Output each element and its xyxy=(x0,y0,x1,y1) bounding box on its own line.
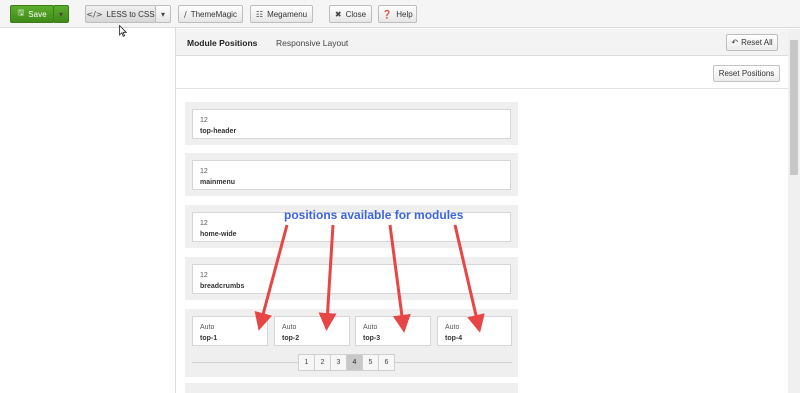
caret-down-icon: ▾ xyxy=(160,9,165,19)
less-to-css-label: LESS to CSS xyxy=(106,9,155,19)
save-button[interactable]: 🖫 Save xyxy=(10,5,54,23)
position-width: 12 xyxy=(200,272,208,279)
position-name: top-header xyxy=(200,128,237,135)
tab-responsive-layout[interactable]: Responsive Layout xyxy=(276,38,348,48)
layout-row: 12 breadcrumbs xyxy=(185,257,518,300)
thememagic-label: ThemeMagic xyxy=(190,9,237,19)
position-width: Auto xyxy=(282,324,297,331)
left-panel-border xyxy=(175,28,176,393)
pager-button-4[interactable]: 4 xyxy=(346,354,363,371)
reset-positions-button[interactable]: Reset Positions xyxy=(713,65,780,82)
layout-row xyxy=(185,383,518,393)
position-name: top-1 xyxy=(200,335,218,342)
code-icon: </> xyxy=(86,9,103,19)
pager-button-3[interactable]: 3 xyxy=(330,354,347,371)
position-name: breadcrumbs xyxy=(200,283,245,290)
position-block-top-3[interactable]: Auto top-3 xyxy=(355,316,431,346)
position-width: 12 xyxy=(200,117,208,124)
scrollbar-thumb[interactable] xyxy=(790,40,798,175)
divider xyxy=(176,88,788,89)
help-label: Help xyxy=(396,9,413,19)
thememagic-button[interactable]: ∕ ThemeMagic xyxy=(178,5,243,23)
tabs-bar: Module Positions Responsive Layout ↶ Res… xyxy=(176,29,788,56)
position-width: Auto xyxy=(363,324,378,331)
position-width: Auto xyxy=(445,324,460,331)
less-to-css-button[interactable]: </> LESS to CSS xyxy=(85,5,156,23)
toolbar: 🖫 Save ▾ </> LESS to CSS ▾ ∕ ThemeMagic … xyxy=(0,0,800,28)
save-label: Save xyxy=(28,9,47,19)
position-width: 12 xyxy=(200,220,208,227)
position-name: home-wide xyxy=(200,231,237,238)
position-block-top-4[interactable]: Auto top-4 xyxy=(437,316,512,346)
reset-all-button[interactable]: ↶ Reset All xyxy=(726,34,778,51)
tab-module-positions[interactable]: Module Positions xyxy=(187,38,257,48)
close-label: Close xyxy=(345,9,367,19)
save-icon: 🖫 xyxy=(17,8,25,17)
position-block-top-header[interactable]: 12 top-header xyxy=(192,109,511,139)
caret-down-icon: ▾ xyxy=(58,9,63,19)
layout-row: 12 mainmenu xyxy=(185,153,518,196)
column-count-pager: 1 2 3 4 5 6 xyxy=(298,354,395,371)
position-width: Auto xyxy=(200,324,215,331)
position-block-top-2[interactable]: Auto top-2 xyxy=(274,316,350,346)
position-name: top-4 xyxy=(445,335,463,342)
close-button[interactable]: ✖ Close xyxy=(329,5,372,23)
position-name: top-2 xyxy=(282,335,300,342)
pager-button-5[interactable]: 5 xyxy=(362,354,379,371)
mouse-cursor-icon xyxy=(119,25,127,37)
reset-all-label: Reset All xyxy=(741,38,773,47)
annotation-label: positions available for modules xyxy=(284,208,464,222)
pager-button-6[interactable]: 6 xyxy=(378,354,395,371)
position-name: mainmenu xyxy=(200,179,236,186)
pager-button-1[interactable]: 1 xyxy=(298,354,315,371)
close-icon: ✖ xyxy=(334,9,342,19)
help-button[interactable]: ❓ Help xyxy=(378,5,417,23)
position-block-mainmenu[interactable]: 12 mainmenu xyxy=(192,160,511,190)
megamenu-button[interactable]: ☷ Megamenu xyxy=(250,5,313,23)
pager-button-2[interactable]: 2 xyxy=(314,354,331,371)
layout-row: 12 top-header xyxy=(185,102,518,145)
position-name: top-3 xyxy=(363,335,381,342)
less-dropdown-button[interactable]: ▾ xyxy=(155,5,171,23)
sitemap-icon: ☷ xyxy=(255,9,264,19)
position-block-top-1[interactable]: Auto top-1 xyxy=(192,316,268,346)
megamenu-label: Megamenu xyxy=(267,9,308,19)
question-icon: ❓ xyxy=(382,9,393,19)
position-width: 12 xyxy=(200,168,208,175)
undo-icon: ↶ xyxy=(731,38,739,47)
magic-wand-icon: ∕ xyxy=(184,9,187,19)
save-dropdown-button[interactable]: ▾ xyxy=(53,5,69,23)
position-block-breadcrumbs[interactable]: 12 breadcrumbs xyxy=(192,264,511,294)
